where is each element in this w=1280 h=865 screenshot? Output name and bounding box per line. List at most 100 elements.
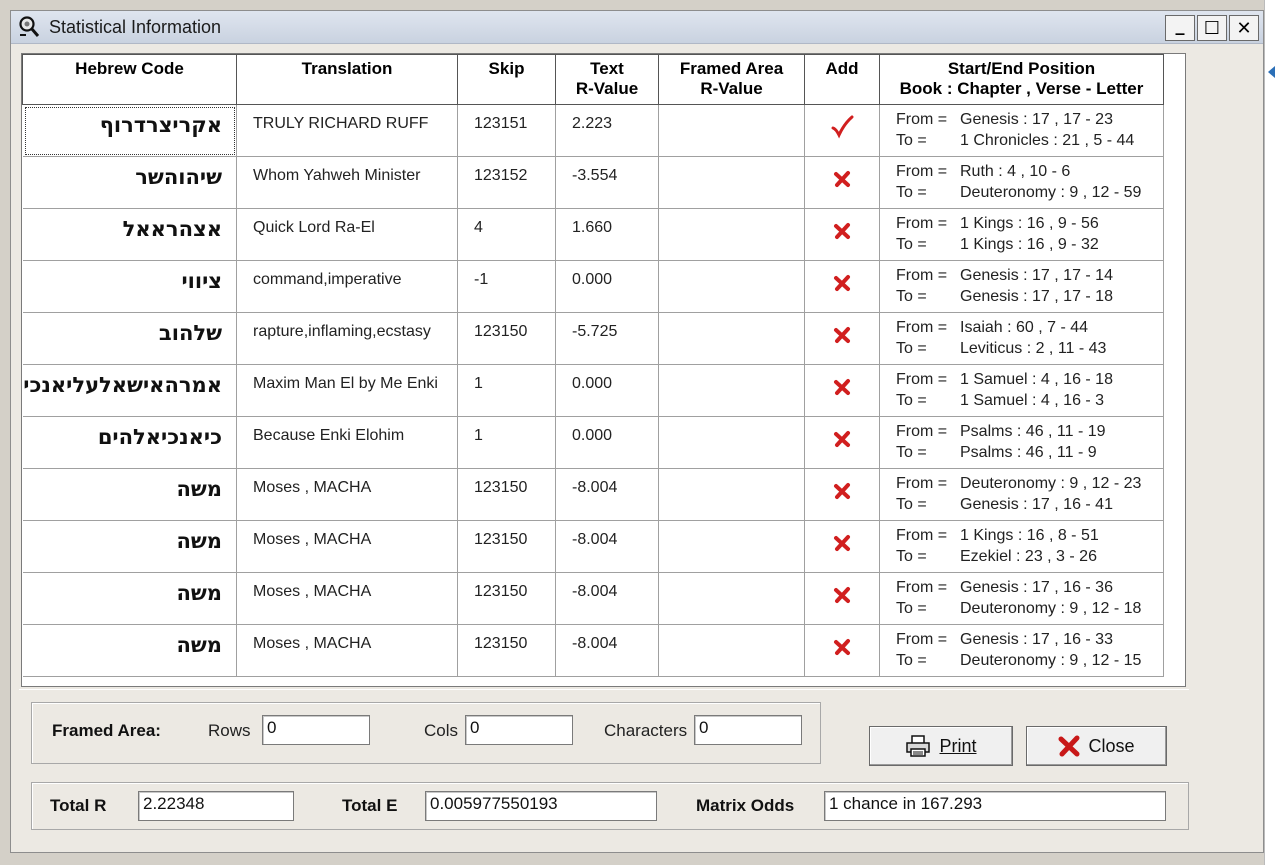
hebrew-code-cell[interactable]: משה — [22, 520, 237, 573]
hebrew-code-cell[interactable]: אמרהאישאלעליאנכי — [22, 364, 237, 417]
framed-r-value-cell[interactable] — [658, 104, 805, 157]
framed-r-value-cell[interactable] — [658, 416, 805, 469]
skip-cell[interactable]: 123150 — [457, 312, 556, 365]
text-r-value-cell[interactable]: -3.554 — [555, 156, 659, 209]
framed-r-value-cell[interactable] — [658, 156, 805, 209]
cols-field[interactable]: 0 — [465, 715, 573, 745]
col-header-framed-r-value[interactable]: Framed Area R-Value — [658, 54, 805, 105]
table-row[interactable]: אצהראאל Quick Lord Ra-El 4 1.660 From = 1 Kin… — [22, 208, 1164, 261]
col-header-translation[interactable]: Translation — [236, 54, 458, 105]
hebrew-code-cell[interactable]: אקריצרדרוף — [22, 104, 237, 157]
text-r-value-cell[interactable]: 0.000 — [555, 260, 659, 313]
position-cell[interactable]: From = Psalms : 46 , 11 - 19 To = Psalms : … — [879, 416, 1164, 469]
translation-cell[interactable]: Quick Lord Ra-El — [236, 208, 458, 261]
hebrew-code-cell[interactable]: אצהראאל — [22, 208, 237, 261]
position-cell[interactable]: From = Genesis : 17 , 16 - 36 To = Deuteron… — [879, 572, 1164, 625]
framed-r-value-cell[interactable] — [658, 520, 805, 573]
position-cell[interactable]: From = 1 Kings : 16 , 9 - 56 To = 1 Kings :… — [879, 208, 1164, 261]
text-r-value-cell[interactable]: -8.004 — [555, 468, 659, 521]
framed-r-value-cell[interactable] — [658, 364, 805, 417]
text-r-value-cell[interactable]: 0.000 — [555, 364, 659, 417]
skip-cell[interactable]: 123152 — [457, 156, 556, 209]
col-header-hebrew-code[interactable]: Hebrew Code — [22, 54, 237, 105]
add-cell[interactable] — [804, 416, 880, 469]
hebrew-code-cell[interactable]: משה — [22, 468, 237, 521]
text-r-value-cell[interactable]: 2.223 — [555, 104, 659, 157]
framed-r-value-cell[interactable] — [658, 260, 805, 313]
table-row[interactable]: אמרהאישאלעליאנכי Maxim Man El by Me Enki 1… — [22, 364, 1164, 417]
text-r-value-cell[interactable]: -5.725 — [555, 312, 659, 365]
framed-r-value-cell[interactable] — [658, 208, 805, 261]
text-r-value-cell[interactable]: -8.004 — [555, 572, 659, 625]
hebrew-code-cell[interactable]: משה — [22, 624, 237, 677]
table-row[interactable]: שלהוב rapture,inflaming,ecstasy 123150 -5.7… — [22, 312, 1164, 365]
position-cell[interactable]: From = Deuteronomy : 9 , 12 - 23 To = Genes… — [879, 468, 1164, 521]
skip-cell[interactable]: 1 — [457, 364, 556, 417]
framed-r-value-cell[interactable] — [658, 468, 805, 521]
add-cell[interactable] — [804, 572, 880, 625]
skip-cell[interactable]: 123151 — [457, 104, 556, 157]
add-cell[interactable] — [804, 468, 880, 521]
table-row[interactable]: שיהוהשר Whom Yahweh Minister 123152 -3.554 F… — [22, 156, 1164, 209]
position-cell[interactable]: From = Isaiah : 60 , 7 - 44 To = Leviticus … — [879, 312, 1164, 365]
skip-cell[interactable]: 123150 — [457, 624, 556, 677]
skip-cell[interactable]: 123150 — [457, 468, 556, 521]
hebrew-code-cell[interactable]: שיהוהשר — [22, 156, 237, 209]
table-row[interactable]: אקריצרדרוף TRULY RICHARD RUFF 123151 2.223 F… — [22, 104, 1164, 157]
title-bar[interactable]: Statistical Information _ ☐ ✕ — [11, 11, 1263, 44]
position-cell[interactable]: From = Genesis : 17 , 16 - 33 To = Deuteron… — [879, 624, 1164, 677]
rows-field[interactable]: 0 — [262, 715, 370, 745]
translation-cell[interactable]: Moses , MACHA — [236, 624, 458, 677]
add-cell[interactable] — [804, 520, 880, 573]
add-cell[interactable] — [804, 624, 880, 677]
hebrew-code-cell[interactable]: כיאנכיאלהים — [22, 416, 237, 469]
translation-cell[interactable]: Maxim Man El by Me Enki — [236, 364, 458, 417]
hebrew-code-cell[interactable]: ציווי — [22, 260, 237, 313]
total-e-field[interactable]: 0.005977550193 — [425, 791, 657, 821]
framed-r-value-cell[interactable] — [658, 312, 805, 365]
col-header-text-r-value[interactable]: Text R-Value — [555, 54, 659, 105]
add-cell[interactable] — [804, 208, 880, 261]
close-button[interactable]: Close — [1026, 726, 1167, 766]
add-cell[interactable] — [804, 260, 880, 313]
text-r-value-cell[interactable]: 0.000 — [555, 416, 659, 469]
total-r-field[interactable]: 2.22348 — [138, 791, 294, 821]
translation-cell[interactable]: Whom Yahweh Minister — [236, 156, 458, 209]
framed-r-value-cell[interactable] — [658, 624, 805, 677]
add-cell[interactable] — [804, 312, 880, 365]
translation-cell[interactable]: TRULY RICHARD RUFF — [236, 104, 458, 157]
col-header-add[interactable]: Add — [804, 54, 880, 105]
col-header-skip[interactable]: Skip — [457, 54, 556, 105]
matrix-odds-field[interactable]: 1 chance in 167.293 — [824, 791, 1166, 821]
position-cell[interactable]: From = Ruth : 4 , 10 - 6 To = Deuteronomy :… — [879, 156, 1164, 209]
table-row[interactable]: משה Moses , MACHA 123150 -8.004 From = Genesi… — [22, 572, 1164, 625]
framed-r-value-cell[interactable] — [658, 572, 805, 625]
table-row[interactable]: ציווי command,imperative -1 0.000 From = Gene… — [22, 260, 1164, 313]
skip-cell[interactable]: -1 — [457, 260, 556, 313]
position-cell[interactable]: From = Genesis : 17 , 17 - 14 To = Genesis … — [879, 260, 1164, 313]
hebrew-code-cell[interactable]: שלהוב — [22, 312, 237, 365]
skip-cell[interactable]: 1 — [457, 416, 556, 469]
hebrew-code-cell[interactable]: משה — [22, 572, 237, 625]
add-cell[interactable] — [804, 104, 880, 157]
position-cell[interactable]: From = 1 Kings : 16 , 8 - 51 To = Ezekiel :… — [879, 520, 1164, 573]
print-button[interactable]: Print — [869, 726, 1013, 766]
table-row[interactable]: משה Moses , MACHA 123150 -8.004 From = Deuter… — [22, 468, 1164, 521]
table-row[interactable]: משה Moses , MACHA 123150 -8.004 From = 1 King… — [22, 520, 1164, 573]
maximize-button[interactable]: ☐ — [1197, 15, 1227, 41]
text-r-value-cell[interactable]: -8.004 — [555, 520, 659, 573]
add-cell[interactable] — [804, 364, 880, 417]
skip-cell[interactable]: 4 — [457, 208, 556, 261]
translation-cell[interactable]: Moses , MACHA — [236, 468, 458, 521]
window-close-button[interactable]: ✕ — [1229, 15, 1259, 41]
skip-cell[interactable]: 123150 — [457, 572, 556, 625]
translation-cell[interactable]: Moses , MACHA — [236, 520, 458, 573]
translation-cell[interactable]: Because Enki Elohim — [236, 416, 458, 469]
table-row[interactable]: משה Moses , MACHA 123150 -8.004 From = Genesi… — [22, 624, 1164, 677]
text-r-value-cell[interactable]: 1.660 — [555, 208, 659, 261]
position-cell[interactable]: From = 1 Samuel : 4 , 16 - 18 To = 1 Samuel… — [879, 364, 1164, 417]
translation-cell[interactable]: rapture,inflaming,ecstasy — [236, 312, 458, 365]
add-cell[interactable] — [804, 156, 880, 209]
skip-cell[interactable]: 123150 — [457, 520, 556, 573]
table-row[interactable]: כיאנכיאלהים Because Enki Elohim 1 0.000 From… — [22, 416, 1164, 469]
